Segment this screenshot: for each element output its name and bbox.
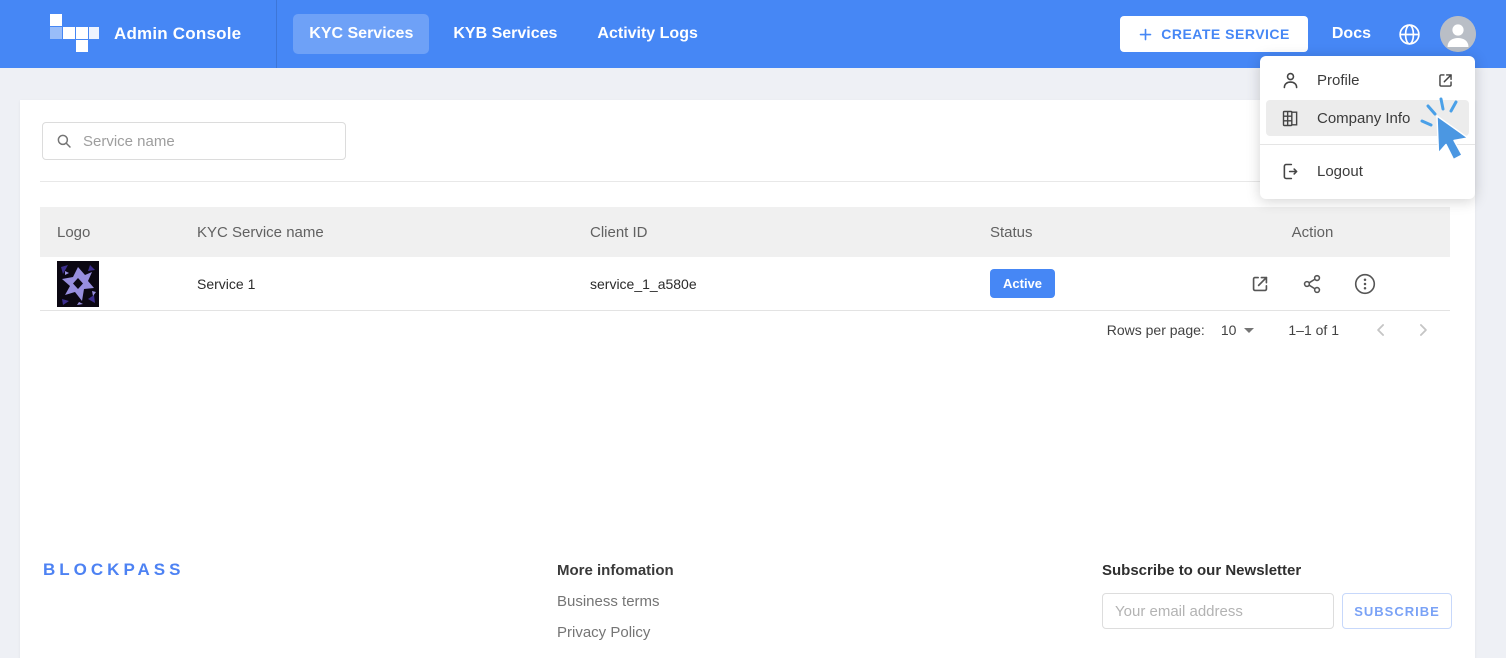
more-icon — [1353, 272, 1377, 296]
service-search-box — [42, 122, 346, 160]
content-card: Logo KYC Service name Client ID Status A… — [20, 100, 1475, 658]
next-page-button[interactable] — [1411, 318, 1435, 342]
rows-per-page-value: 10 — [1221, 322, 1237, 338]
rows-per-page-label: Rows per page: — [1107, 322, 1205, 338]
newsletter-title: Subscribe to our Newsletter — [1102, 562, 1452, 579]
subscribe-button[interactable]: SUBSCRIBE — [1342, 593, 1452, 629]
share-service-button[interactable] — [1299, 271, 1325, 297]
table-row: Service 1 service_1_a580e Active — [40, 257, 1450, 311]
status-badge: Active — [990, 269, 1055, 298]
menu-divider — [1260, 144, 1475, 145]
navbar-right: CREATE SERVICE Docs — [1120, 16, 1476, 52]
search-icon — [55, 131, 73, 151]
caret-down-icon — [1244, 328, 1254, 333]
chevron-right-icon — [1413, 320, 1433, 340]
create-service-button[interactable]: CREATE SERVICE — [1120, 16, 1308, 52]
navbar-left: Admin Console KYC Services KYB Services … — [0, 0, 718, 68]
service-logo-cell — [40, 261, 180, 307]
service-name[interactable]: Service 1 — [180, 276, 575, 292]
blockpass-pixel-logo-icon — [50, 14, 102, 54]
services-table: Logo KYC Service name Client ID Status A… — [40, 207, 1450, 311]
person-icon — [1280, 70, 1301, 91]
footer-link-business-terms[interactable]: Business terms — [557, 593, 674, 610]
open-service-button[interactable] — [1247, 271, 1273, 297]
logout-icon — [1280, 161, 1301, 182]
menu-item-label: Profile — [1317, 72, 1360, 89]
service-status-cell: Active — [975, 269, 1175, 298]
docs-link[interactable]: Docs — [1332, 25, 1371, 43]
app-title: Admin Console — [114, 24, 241, 44]
tab-kyb-services[interactable]: KYB Services — [437, 14, 573, 54]
footer-link-privacy-policy[interactable]: Privacy Policy — [557, 624, 674, 641]
user-dropdown-menu: Profile Company Info Logout — [1260, 56, 1475, 199]
footer-more-info-title: More infomation — [557, 562, 674, 579]
navbar-divider — [276, 0, 277, 68]
newsletter-form: SUBSCRIBE — [1102, 593, 1452, 629]
create-service-label: CREATE SERVICE — [1161, 26, 1290, 42]
header-action: Action — [1175, 224, 1450, 241]
menu-item-company-info[interactable]: Company Info — [1266, 100, 1469, 136]
company-icon — [1280, 108, 1301, 129]
menu-item-label: Company Info — [1317, 110, 1410, 127]
plus-icon — [1138, 27, 1153, 42]
external-link-icon — [1436, 71, 1455, 90]
previous-page-button[interactable] — [1369, 318, 1393, 342]
table-header-row: Logo KYC Service name Client ID Status A… — [40, 207, 1450, 257]
service-actions-cell — [1175, 270, 1450, 298]
service-client-id: service_1_a580e — [575, 276, 975, 292]
screen: Admin Console KYC Services KYB Services … — [0, 0, 1506, 658]
user-avatar[interactable] — [1440, 16, 1476, 52]
service-logo-image — [57, 261, 99, 307]
footer-more-info: More infomation Business terms Privacy P… — [557, 562, 674, 641]
footer-brand-logo: BLOCKPASS — [43, 560, 184, 580]
footer-newsletter: Subscribe to our Newsletter SUBSCRIBE — [1102, 562, 1452, 629]
menu-item-logout[interactable]: Logout — [1266, 153, 1469, 189]
header-client-id: Client ID — [575, 224, 975, 241]
section-divider — [40, 181, 1450, 182]
tab-kyc-services[interactable]: KYC Services — [293, 14, 429, 54]
open-icon — [1249, 273, 1271, 295]
newsletter-email-input[interactable] — [1102, 593, 1334, 629]
header-status: Status — [975, 224, 1175, 241]
menu-item-profile[interactable]: Profile — [1266, 62, 1469, 98]
pagination-bar: Rows per page: 10 1–1 of 1 — [1107, 318, 1435, 342]
pagination-range: 1–1 of 1 — [1288, 322, 1339, 338]
navbar-tabs: KYC Services KYB Services Activity Logs — [289, 0, 718, 68]
chevron-left-icon — [1371, 320, 1391, 340]
menu-item-label: Logout — [1317, 163, 1363, 180]
header-logo: Logo — [40, 224, 180, 241]
header-name: KYC Service name — [180, 224, 575, 241]
tab-activity-logs[interactable]: Activity Logs — [581, 14, 713, 54]
more-options-button[interactable] — [1351, 270, 1379, 298]
language-globe-icon[interactable] — [1397, 22, 1422, 47]
share-icon — [1301, 273, 1323, 295]
rows-per-page-select[interactable]: 10 — [1221, 322, 1255, 338]
search-input[interactable] — [83, 133, 333, 150]
